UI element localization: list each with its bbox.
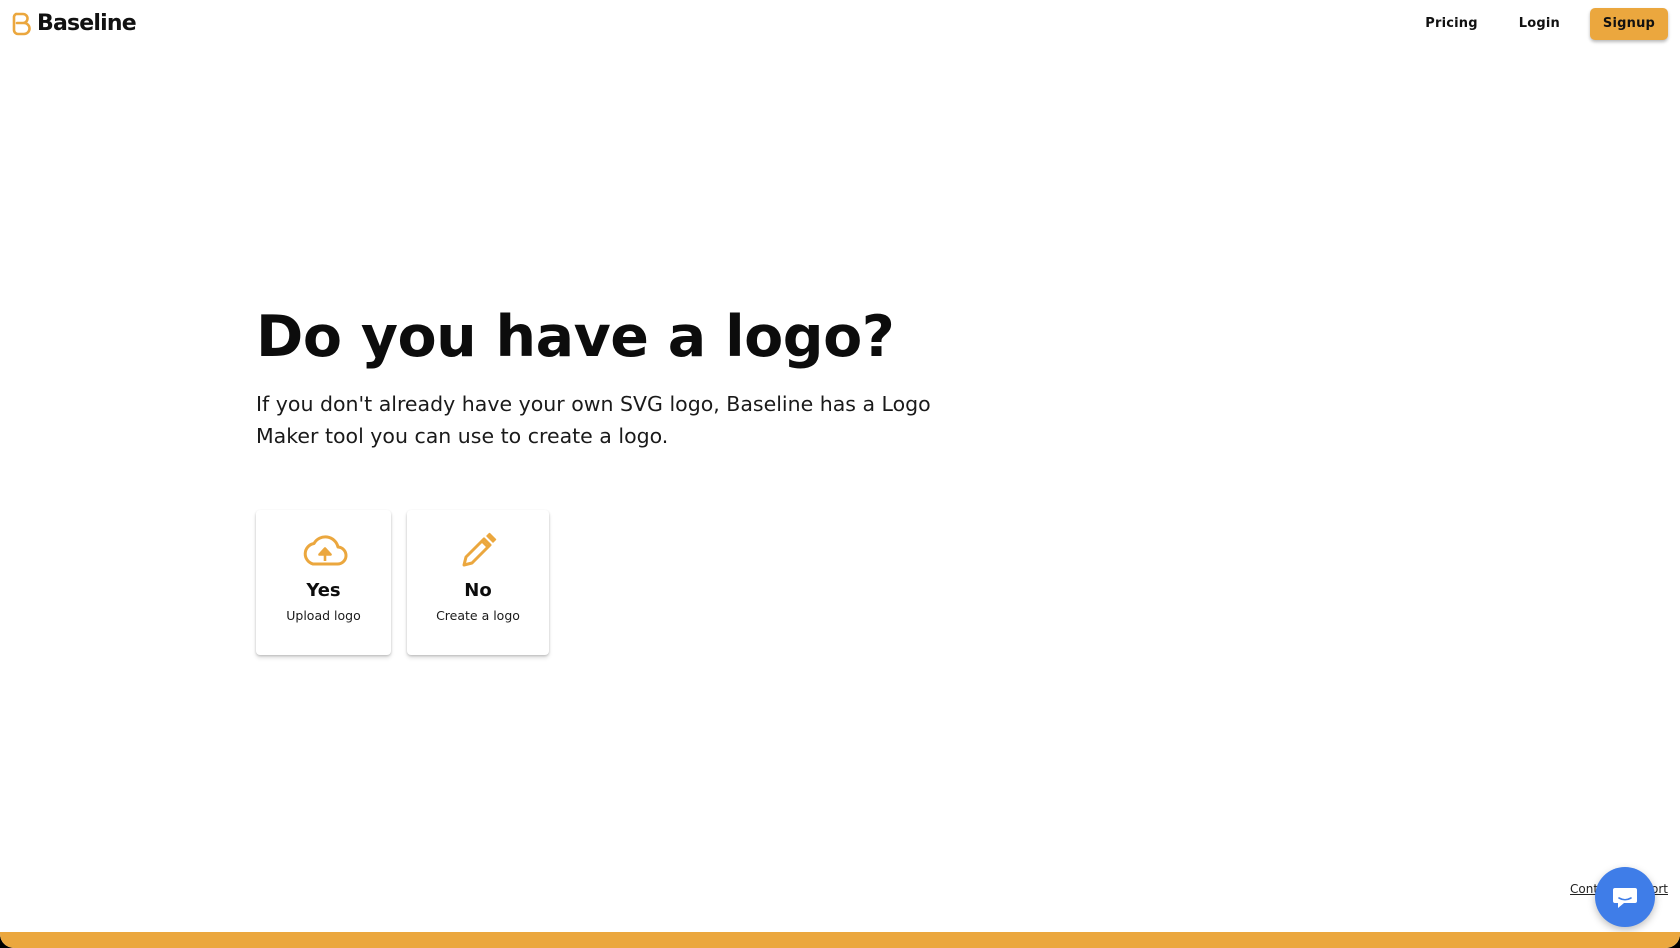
top-nav-bar: Baseline Pricing Login Signup — [0, 0, 1680, 46]
option-card-yes[interactable]: Yes Upload logo — [256, 510, 391, 655]
option-card-no[interactable]: No Create a logo — [407, 510, 549, 655]
page-title: Do you have a logo? — [256, 304, 895, 370]
nav-link-pricing[interactable]: Pricing — [1425, 16, 1478, 31]
logo-options: Yes Upload logo No Create a logo — [256, 510, 549, 655]
baseline-logo-icon — [12, 12, 31, 35]
option-no-subtitle: Create a logo — [436, 608, 520, 623]
signup-button[interactable]: Signup — [1590, 7, 1668, 40]
logo-question-section: Do you have a logo? If you don't already… — [256, 296, 1056, 655]
bottom-accent-bar — [0, 932, 1680, 948]
option-yes-subtitle: Upload logo — [286, 608, 361, 623]
cloud-upload-icon — [300, 531, 348, 571]
brand-logo-link[interactable]: Baseline — [11, 9, 137, 38]
chat-bubble-icon — [1613, 888, 1637, 908]
chat-widget-button[interactable] — [1595, 867, 1655, 927]
page: Baseline Pricing Login Signup Do you hav… — [0, 0, 1680, 948]
page-subtitle: If you don't already have your own SVG l… — [256, 392, 931, 448]
pencil-icon — [454, 531, 502, 571]
nav-link-login[interactable]: Login — [1519, 16, 1560, 31]
option-no-title: No — [464, 580, 492, 601]
brand-name: Baseline — [37, 11, 137, 36]
header-nav: Pricing Login Signup — [1425, 7, 1668, 40]
option-yes-title: Yes — [306, 580, 341, 601]
